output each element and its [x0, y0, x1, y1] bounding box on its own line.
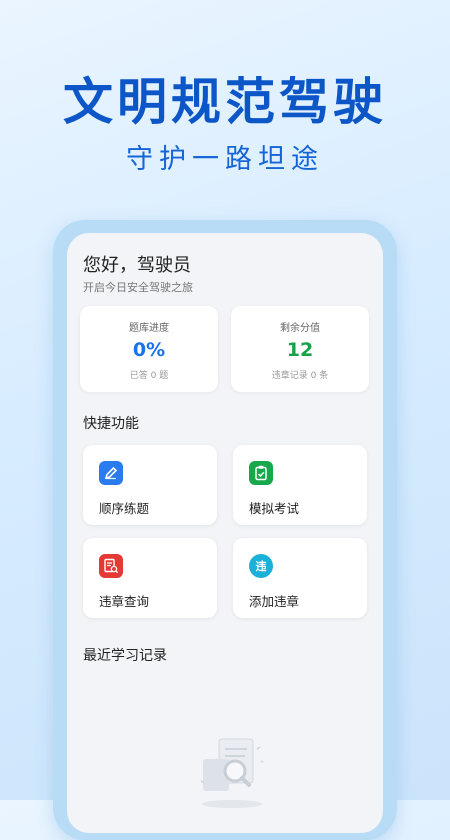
quick-actions-title: 快捷功能: [83, 416, 139, 432]
add-violation-button[interactable]: 违 添加违章: [233, 538, 367, 618]
question-progress-card[interactable]: 题库进度 0% 已答 0 题: [80, 306, 218, 392]
hero-title: 文明规范驾驶: [63, 73, 387, 131]
violation-count: 违章记录 0 条: [271, 371, 329, 381]
violation-query-button[interactable]: 违章查询: [83, 538, 217, 618]
greeting-subtitle: 开启今日安全驾驶之旅: [83, 281, 193, 294]
violation-badge-icon: 违: [249, 554, 273, 578]
empty-state-illustration: [197, 731, 267, 811]
app-screen: 您好，驾驶员 开启今日安全驾驶之旅 题库进度 0% 已答 0 题 剩余分值 12…: [67, 233, 383, 833]
stat-label: 题库进度: [129, 323, 169, 334]
mock-exam-button[interactable]: 模拟考试: [233, 445, 367, 525]
tile-label: 添加违章: [249, 594, 300, 609]
tile-label: 模拟考试: [249, 501, 300, 516]
progress-value: 0%: [132, 339, 166, 361]
hero-subtitle: 守护一路坦途: [126, 144, 324, 175]
document-search-icon: [99, 554, 123, 578]
points-value: 12: [286, 339, 314, 361]
answered-count: 已答 0 题: [129, 371, 169, 381]
remaining-points-card[interactable]: 剩余分值 12 违章记录 0 条: [231, 306, 369, 392]
edit-icon: [99, 461, 123, 485]
sequential-practice-button[interactable]: 顺序练题: [83, 445, 217, 525]
recent-records-title: 最近学习记录: [83, 648, 167, 664]
clipboard-check-icon: [249, 461, 273, 485]
tile-label: 顺序练题: [99, 501, 150, 516]
tile-label: 违章查询: [99, 594, 150, 609]
greeting-title: 您好，驾驶员: [83, 255, 191, 276]
stat-label: 剩余分值: [280, 323, 320, 334]
